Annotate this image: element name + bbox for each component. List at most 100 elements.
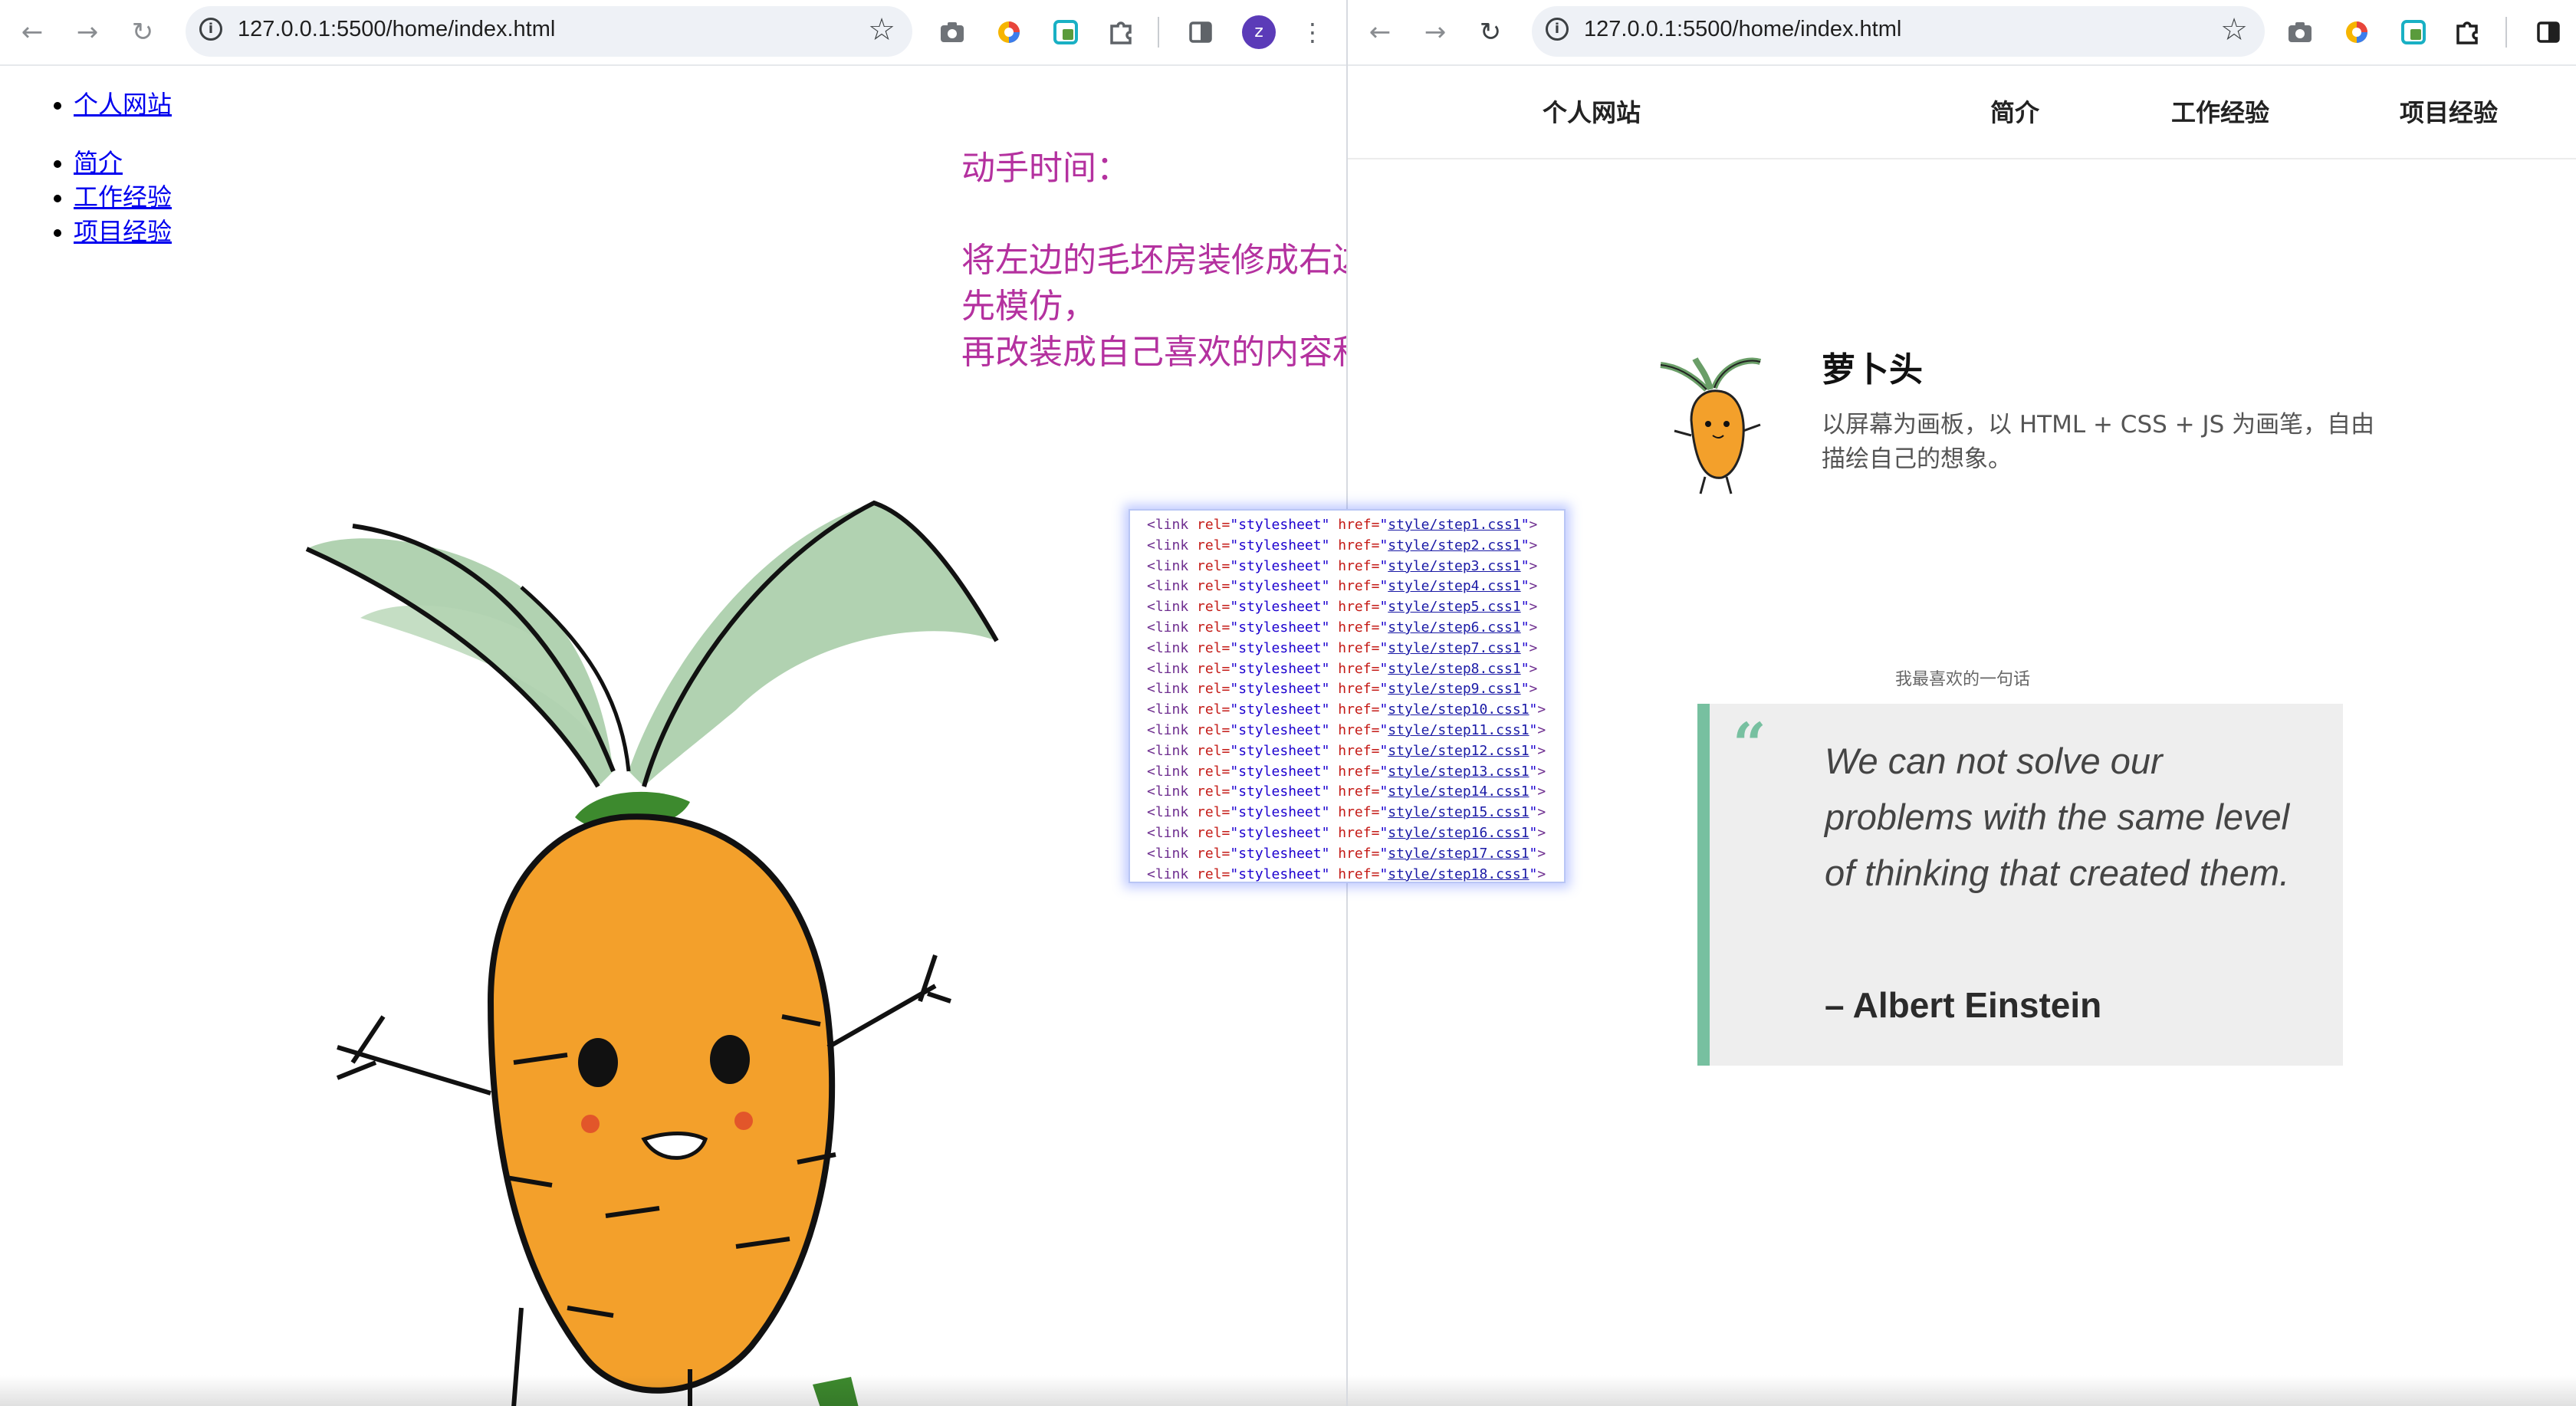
code-line: <link rel="stylesheet" href="style/step2… bbox=[1147, 536, 1564, 557]
code-token: " bbox=[1529, 866, 1538, 882]
side-panel-icon[interactable] bbox=[2533, 17, 2564, 48]
bookmark-star-icon[interactable]: ☆ bbox=[2220, 12, 2248, 48]
navbar-brand[interactable]: 个人网站 bbox=[1543, 94, 1641, 129]
code-token: > bbox=[1529, 660, 1538, 677]
site-home-link[interactable]: 个人网站 bbox=[74, 90, 172, 118]
stylesheet-href[interactable]: style/step16.css1 bbox=[1388, 825, 1529, 841]
forward-arrow-icon[interactable]: → bbox=[71, 15, 104, 49]
forward-arrow-icon[interactable]: → bbox=[1418, 15, 1452, 49]
stylesheet-href[interactable]: style/step10.css1 bbox=[1388, 701, 1529, 718]
nav-link-intro[interactable]: 简介 bbox=[74, 149, 123, 176]
code-token: rel= bbox=[1188, 845, 1230, 862]
code-token: <link bbox=[1147, 681, 1189, 698]
profile-description-line: 以屏幕为画板，以 HTML + CSS + JS 为画笔，自由 bbox=[1822, 411, 2375, 439]
code-token: href= bbox=[1329, 824, 1380, 841]
quote-mark-icon: “ bbox=[1733, 710, 1766, 778]
code-token: <link bbox=[1147, 701, 1189, 718]
code-token: <link bbox=[1147, 599, 1189, 616]
code-token: <link bbox=[1147, 721, 1189, 738]
code-token: href= bbox=[1329, 619, 1380, 636]
code-token: "stylesheet" bbox=[1230, 701, 1330, 718]
code-token: " bbox=[1379, 701, 1388, 718]
stylesheet-href[interactable]: style/step17.css1 bbox=[1388, 846, 1529, 862]
site-info-icon[interactable]: i bbox=[199, 18, 222, 41]
code-token: > bbox=[1529, 537, 1538, 554]
screenshot-extension-icon[interactable] bbox=[2398, 17, 2429, 48]
profile-description-line: 描绘自己的想象。 bbox=[1822, 445, 2012, 473]
code-token: href= bbox=[1329, 517, 1380, 533]
code-token: "stylesheet" bbox=[1230, 783, 1330, 800]
browser-toolbar: ← → ↻ i 127.0.0.1:5500/home/index.html ☆ bbox=[1348, 0, 2576, 66]
code-token: "stylesheet" bbox=[1230, 804, 1330, 821]
code-token: href= bbox=[1329, 804, 1380, 821]
code-token: > bbox=[1537, 742, 1546, 759]
screenshot-extension-icon[interactable] bbox=[1050, 17, 1081, 48]
site-info-icon[interactable]: i bbox=[1546, 18, 1569, 41]
camera-icon[interactable] bbox=[2285, 17, 2315, 48]
site-link-list: 个人网站 bbox=[0, 87, 172, 122]
code-token: " bbox=[1379, 578, 1388, 595]
carrot-illustration bbox=[305, 500, 999, 1406]
reload-icon[interactable]: ↻ bbox=[126, 15, 159, 49]
stylesheet-href[interactable]: style/step8.css1 bbox=[1388, 661, 1520, 677]
code-token: " bbox=[1379, 619, 1388, 636]
window-bottom-shadow bbox=[0, 1375, 1346, 1406]
code-token: > bbox=[1537, 721, 1546, 738]
profile-avatar[interactable]: z bbox=[1242, 15, 1276, 49]
code-token: href= bbox=[1329, 742, 1380, 759]
code-token: rel= bbox=[1188, 824, 1230, 841]
stylesheet-href[interactable]: style/step18.css1 bbox=[1388, 866, 1529, 882]
code-token: " bbox=[1379, 517, 1388, 533]
navbar-link-work[interactable]: 工作经验 bbox=[2171, 94, 2269, 129]
browser-extension-color-icon[interactable] bbox=[994, 17, 1024, 48]
code-line: <link rel="stylesheet" href="style/step5… bbox=[1147, 597, 1564, 618]
nav-link-projects[interactable]: 项目经验 bbox=[74, 218, 172, 245]
code-token: "stylesheet" bbox=[1230, 721, 1330, 738]
stylesheet-href[interactable]: style/step11.css1 bbox=[1388, 722, 1529, 738]
code-token: rel= bbox=[1188, 537, 1230, 554]
code-token: href= bbox=[1329, 866, 1380, 882]
menu-dots-icon[interactable]: ⋮ bbox=[1296, 15, 1329, 49]
code-line: <link rel="stylesheet" href="style/step6… bbox=[1147, 618, 1564, 639]
code-token: rel= bbox=[1188, 701, 1230, 718]
code-token: > bbox=[1537, 866, 1546, 882]
side-panel-icon[interactable] bbox=[1185, 17, 1216, 48]
stylesheet-href[interactable]: style/step1.css1 bbox=[1388, 517, 1520, 533]
stylesheet-href[interactable]: style/step4.css1 bbox=[1388, 578, 1520, 594]
code-token: "stylesheet" bbox=[1230, 578, 1330, 595]
code-line: <link rel="stylesheet" href="style/step9… bbox=[1147, 679, 1564, 700]
code-line: <link rel="stylesheet" href="style/step3… bbox=[1147, 557, 1564, 577]
camera-icon[interactable] bbox=[937, 17, 968, 48]
stylesheet-href[interactable]: style/step13.css1 bbox=[1388, 764, 1529, 780]
code-token: " bbox=[1379, 845, 1388, 862]
code-token: " bbox=[1520, 578, 1530, 595]
code-token: " bbox=[1520, 639, 1530, 656]
stylesheet-links-snippet: <link rel="stylesheet" href="style/step1… bbox=[1129, 509, 1566, 883]
code-token: "stylesheet" bbox=[1230, 845, 1330, 862]
code-token: " bbox=[1379, 681, 1388, 698]
stylesheet-href[interactable]: style/step14.css1 bbox=[1388, 783, 1529, 800]
stylesheet-href[interactable]: style/step5.css1 bbox=[1388, 599, 1520, 615]
stylesheet-href[interactable]: style/step6.css1 bbox=[1388, 619, 1520, 636]
stylesheet-href[interactable]: style/step2.css1 bbox=[1388, 537, 1520, 554]
address-bar[interactable]: i 127.0.0.1:5500/home/index.html ☆ bbox=[186, 6, 912, 57]
back-arrow-icon[interactable]: ← bbox=[1363, 15, 1397, 49]
puzzle-icon[interactable] bbox=[2452, 17, 2482, 48]
stylesheet-href[interactable]: style/step3.css1 bbox=[1388, 558, 1520, 574]
stylesheet-href[interactable]: style/step9.css1 bbox=[1388, 681, 1520, 697]
nav-link-work[interactable]: 工作经验 bbox=[74, 183, 172, 211]
navbar-link-intro[interactable]: 简介 bbox=[1990, 94, 2039, 129]
stylesheet-href[interactable]: style/step7.css1 bbox=[1388, 640, 1520, 656]
code-token: href= bbox=[1329, 578, 1380, 595]
navbar-link-projects[interactable]: 项目经验 bbox=[2400, 94, 2498, 129]
bookmark-star-icon[interactable]: ☆ bbox=[868, 12, 895, 48]
address-bar[interactable]: i 127.0.0.1:5500/home/index.html ☆ bbox=[1532, 6, 2265, 57]
puzzle-icon[interactable] bbox=[1106, 17, 1136, 48]
stylesheet-href[interactable]: style/step15.css1 bbox=[1388, 804, 1529, 820]
back-arrow-icon[interactable]: ← bbox=[15, 15, 49, 49]
stylesheet-href[interactable]: style/step12.css1 bbox=[1388, 743, 1529, 759]
code-token: > bbox=[1529, 639, 1538, 656]
reload-icon[interactable]: ↻ bbox=[1474, 15, 1507, 49]
code-token: "stylesheet" bbox=[1230, 517, 1330, 533]
browser-extension-color-icon[interactable] bbox=[2341, 17, 2372, 48]
